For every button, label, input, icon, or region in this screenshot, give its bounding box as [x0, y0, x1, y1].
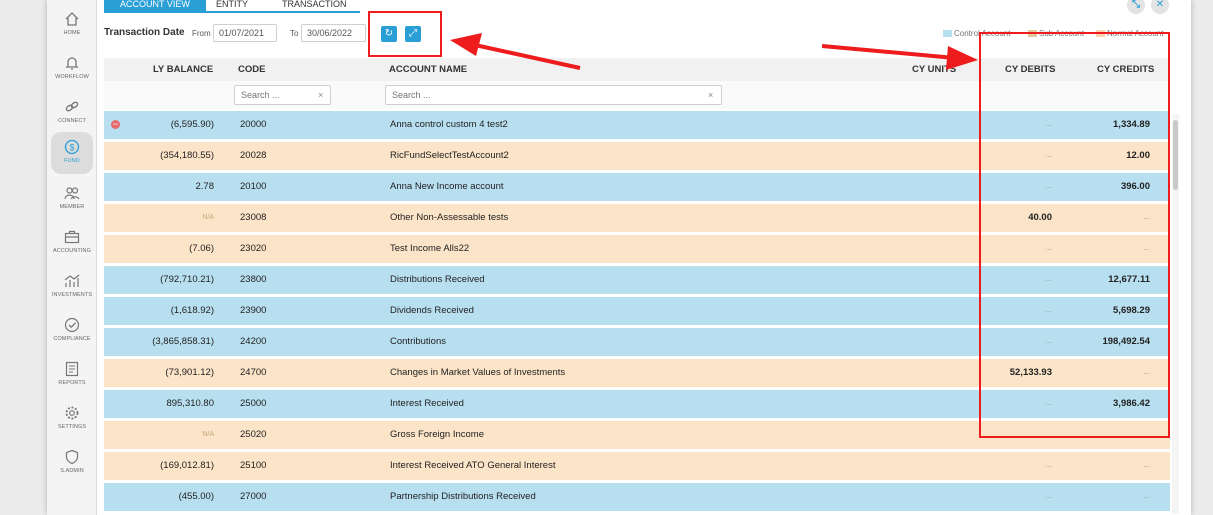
annotation-arrows [450, 33, 978, 70]
